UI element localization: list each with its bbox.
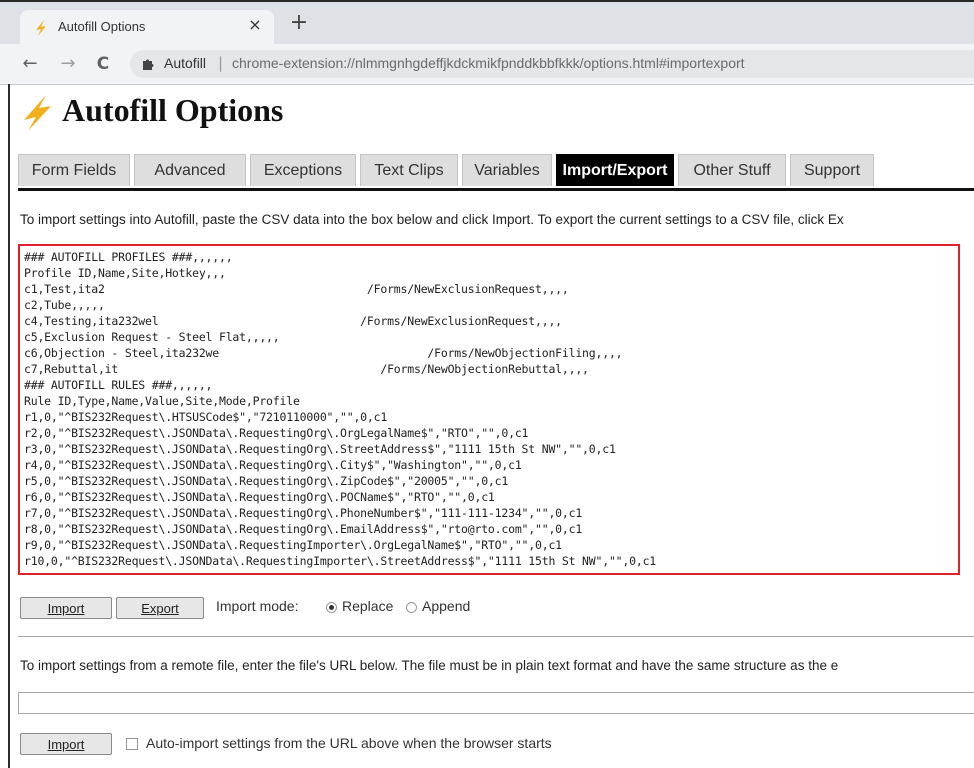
close-tab-icon[interactable]: × bbox=[246, 16, 264, 34]
csv-line: r10,0,"^BIS232Request\.JSONData\.Request… bbox=[24, 554, 657, 568]
tab-variables[interactable]: Variables bbox=[462, 154, 552, 186]
csv-textarea[interactable]: ### AUTOFILL PROFILES ###,,,,,, Profile … bbox=[18, 244, 960, 575]
section-divider bbox=[18, 636, 974, 637]
csv-line: r7,0,"^BIS232Request\.JSONData\.Requesti… bbox=[24, 506, 583, 520]
address-bar[interactable]: Autofill | chrome-extension://nlmmgnhgde… bbox=[130, 50, 974, 78]
csv-line: ### AUTOFILL PROFILES ###,,,,,, bbox=[24, 250, 233, 264]
tab-exceptions[interactable]: Exceptions bbox=[250, 154, 356, 186]
options-tabs: Form Fields Advanced Exceptions Text Cli… bbox=[18, 154, 974, 191]
csv-line: r6,0,"^BIS232Request\.JSONData\.Requesti… bbox=[24, 490, 495, 504]
lightning-icon bbox=[36, 20, 46, 36]
replace-radio[interactable] bbox=[326, 602, 337, 613]
extension-puzzle-icon bbox=[143, 59, 154, 70]
tab-text-clips[interactable]: Text Clips bbox=[360, 154, 458, 186]
replace-label[interactable]: Replace bbox=[342, 598, 393, 614]
tab-import-export[interactable]: Import/Export bbox=[556, 154, 674, 186]
csv-line: r2,0,"^BIS232Request\.JSONData\.Requesti… bbox=[24, 426, 529, 440]
tab-title: Autofill Options bbox=[58, 19, 146, 34]
tab-form-fields[interactable]: Form Fields bbox=[18, 154, 130, 186]
tab-support[interactable]: Support bbox=[790, 154, 874, 186]
append-label[interactable]: Append bbox=[422, 598, 470, 614]
csv-line: r4,0,"^BIS232Request\.JSONData\.Requesti… bbox=[24, 458, 522, 472]
tab-other-stuff[interactable]: Other Stuff bbox=[678, 154, 786, 186]
csv-line: Rule ID,Type,Name,Value,Site,Mode,Profil… bbox=[24, 394, 300, 408]
export-button[interactable]: Export bbox=[116, 597, 204, 619]
page-url[interactable]: chrome-extension://nlmmgnhgdeffjkdckmikf… bbox=[232, 55, 745, 71]
csv-line: c2,Tube,,,,, bbox=[24, 298, 105, 312]
forward-button[interactable]: → bbox=[56, 52, 80, 76]
csv-line: ### AUTOFILL RULES ###,,,,,, bbox=[24, 378, 213, 392]
import-button-label: Import bbox=[47, 601, 85, 616]
csv-line: r5,0,"^BIS232Request\.JSONData\.Requesti… bbox=[24, 474, 509, 488]
omnibox-separator: | bbox=[218, 54, 224, 72]
csv-line: Profile ID,Name,Site,Hotkey,,, bbox=[24, 266, 226, 280]
csv-line: r1,0,"^BIS232Request\.HTSUSCode$","72101… bbox=[24, 410, 388, 424]
reload-button[interactable]: C bbox=[91, 52, 115, 76]
extension-name: Autofill bbox=[164, 55, 207, 71]
import-description: To import settings into Autofill, paste … bbox=[20, 212, 844, 227]
auto-import-label[interactable]: Auto-import settings from the URL above … bbox=[146, 735, 552, 751]
remote-import-button-label: Import bbox=[47, 737, 85, 752]
back-button[interactable]: ← bbox=[18, 52, 42, 76]
remote-import-button[interactable]: Import bbox=[20, 733, 112, 755]
csv-line: c4,Testing,ita232wel /Forms/NewExclusion… bbox=[24, 314, 562, 328]
page-title: Autofill Options bbox=[62, 92, 284, 128]
page-frame-border bbox=[8, 84, 10, 768]
csv-line: r9,0,"^BIS232Request\.JSONData\.Requesti… bbox=[24, 538, 562, 552]
csv-line: c1,Test,ita2 /Forms/NewExclusionRequest,… bbox=[24, 282, 569, 296]
csv-line: r3,0,"^BIS232Request\.JSONData\.Requesti… bbox=[24, 442, 616, 456]
csv-line: c5,Exclusion Request - Steel Flat,,,,, bbox=[24, 330, 280, 344]
new-tab-button[interactable]: + bbox=[288, 12, 310, 34]
import-mode-label: Import mode: bbox=[216, 598, 299, 614]
remote-import-description: To import settings from a remote file, e… bbox=[20, 658, 839, 673]
export-button-label: Export bbox=[141, 601, 179, 616]
tab-advanced[interactable]: Advanced bbox=[134, 154, 246, 186]
auto-import-checkbox[interactable] bbox=[126, 738, 138, 750]
browser-tab-strip: Autofill Options × + bbox=[0, 0, 974, 46]
append-radio[interactable] bbox=[406, 602, 417, 613]
remote-url-input[interactable] bbox=[18, 692, 974, 714]
csv-line: r8,0,"^BIS232Request\.JSONData\.Requesti… bbox=[24, 522, 583, 536]
csv-line: c6,Objection - Steel,ita232we /Forms/New… bbox=[24, 346, 623, 360]
browser-toolbar: ← → C Autofill | chrome-extension://nlmm… bbox=[0, 44, 974, 85]
browser-tab[interactable]: Autofill Options × bbox=[20, 10, 274, 46]
csv-line: c7,Rebuttal,it /Forms/NewObjectionRebutt… bbox=[24, 362, 589, 376]
import-button[interactable]: Import bbox=[20, 597, 112, 619]
lightning-logo-icon bbox=[24, 95, 51, 131]
